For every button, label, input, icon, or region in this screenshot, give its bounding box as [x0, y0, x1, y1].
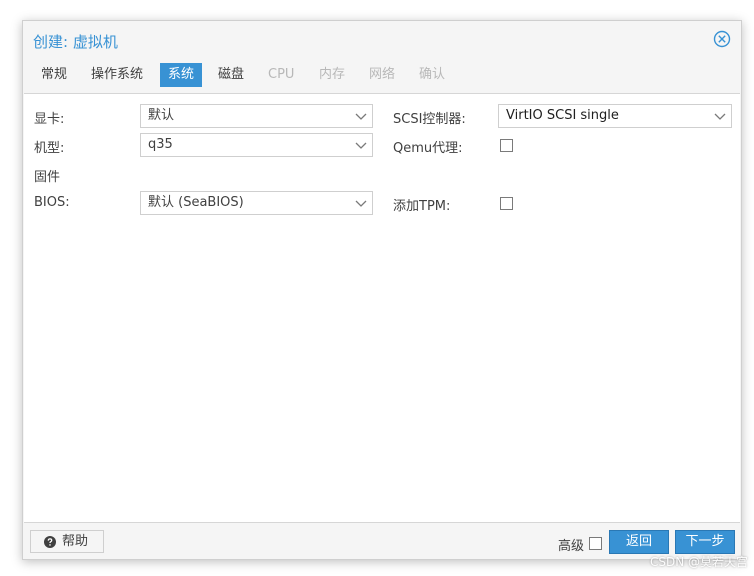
advanced-label: 高级 [558, 539, 585, 554]
close-icon[interactable] [713, 30, 731, 48]
add-tpm-label: 添加TPM: [393, 199, 451, 214]
tab-memory: 内存 [319, 67, 346, 82]
create-vm-dialog: 创建: 虚拟机 常规 操作系统 系统 磁盘 CPU 内存 网络 确认 显卡: 默… [22, 20, 742, 560]
bios-label: BIOS: [34, 195, 70, 210]
tab-disks[interactable]: 磁盘 [210, 63, 252, 87]
qemu-agent-checkbox[interactable] [500, 139, 513, 152]
tab-general[interactable]: 常规 [33, 63, 75, 87]
chevron-down-icon [355, 113, 367, 120]
chevron-down-icon [355, 200, 367, 207]
chevron-down-icon [355, 142, 367, 149]
tab-os[interactable]: 操作系统 [83, 63, 151, 87]
chevron-down-icon [714, 113, 726, 120]
graphics-value: 默认 [148, 108, 175, 123]
scsi-controller-select[interactable]: VirtIO SCSI single [498, 104, 732, 128]
help-button[interactable]: 帮助 [30, 530, 104, 553]
question-circle-icon [44, 536, 56, 548]
advanced-checkbox[interactable] [589, 537, 602, 550]
scsi-controller-value: VirtIO SCSI single [506, 108, 619, 123]
graphics-select[interactable]: 默认 [140, 104, 373, 128]
dialog-title: 创建: 虚拟机 [33, 33, 118, 51]
tab-network: 网络 [369, 67, 396, 82]
bios-value: 默认 (SeaBIOS) [148, 195, 244, 210]
tab-confirm: 确认 [419, 67, 446, 82]
dialog-footer: 帮助 高级 返回 下一步 [23, 523, 741, 559]
machine-select[interactable]: q35 [140, 133, 373, 157]
help-label: 帮助 [62, 534, 89, 549]
tab-system[interactable]: 系统 [160, 63, 203, 87]
scsi-controller-label: SCSI控制器: [393, 112, 466, 127]
bios-select[interactable]: 默认 (SeaBIOS) [140, 191, 373, 215]
next-button[interactable]: 下一步 [675, 530, 735, 554]
machine-value: q35 [148, 137, 173, 152]
firmware-heading: 固件 [34, 170, 61, 185]
qemu-agent-label: Qemu代理: [393, 141, 463, 156]
add-tpm-checkbox[interactable] [500, 197, 513, 210]
back-button[interactable]: 返回 [609, 530, 669, 554]
tab-cpu: CPU [268, 67, 295, 82]
watermark: CSDN @莫若天宫 [649, 555, 748, 569]
graphics-label: 显卡: [34, 112, 65, 127]
machine-label: 机型: [34, 141, 65, 156]
system-settings-panel: 显卡: 默认 机型: q35 固件 BIOS: 默认 (SeaBIOS) SCS… [24, 93, 740, 523]
